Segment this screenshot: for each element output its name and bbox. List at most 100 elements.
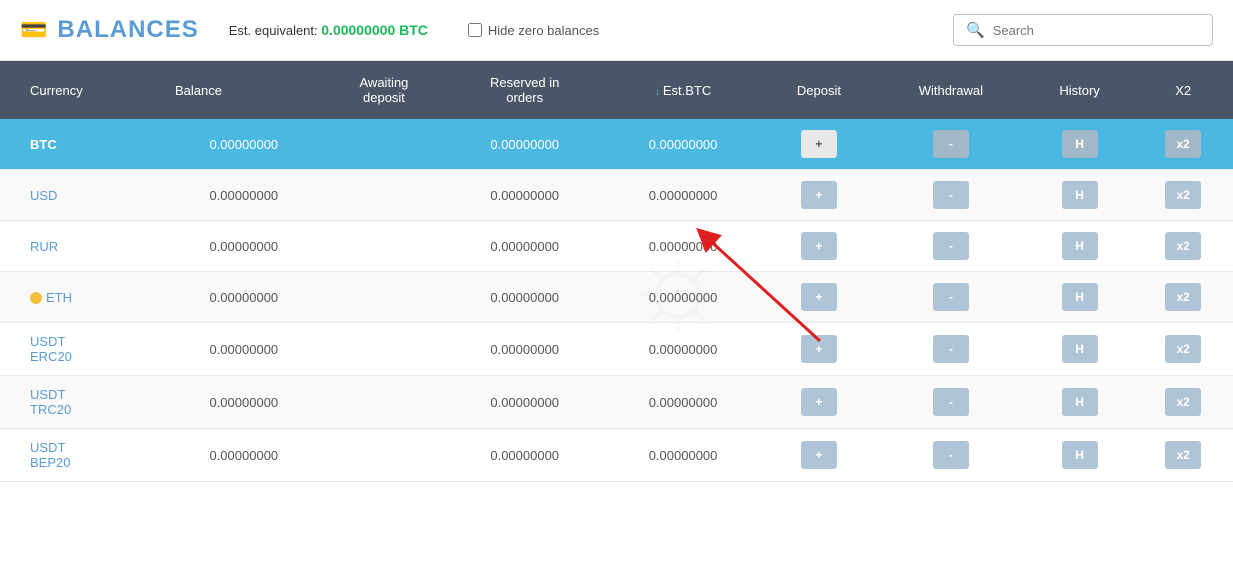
currency-cell: USD: [0, 170, 165, 221]
search-input[interactable]: [993, 23, 1200, 38]
page-wrapper: 💳 BALANCES Est. equivalent: 0.00000000 B…: [0, 0, 1233, 585]
col-reserved: Reserved inorders: [445, 61, 604, 119]
currency-link[interactable]: USDT ERC20: [30, 334, 72, 364]
deposit-button[interactable]: +: [801, 388, 837, 416]
x2-cell: x2: [1133, 272, 1233, 323]
currency-link[interactable]: ETH: [46, 290, 72, 305]
history-button[interactable]: H: [1062, 441, 1098, 469]
withdrawal-cell: -: [876, 272, 1026, 323]
col-deposit: Deposit: [762, 61, 876, 119]
withdrawal-cell: -: [876, 376, 1026, 429]
table-row: USDT BEP200.000000000.000000000.00000000…: [0, 429, 1233, 482]
history-button[interactable]: H: [1062, 181, 1098, 209]
x2-cell: x2: [1133, 221, 1233, 272]
deposit-button[interactable]: +: [801, 441, 837, 469]
est-equivalent: Est. equivalent: 0.00000000 BTC: [229, 22, 428, 38]
header-title: 💳 BALANCES: [20, 16, 199, 44]
history-button[interactable]: H: [1062, 283, 1098, 311]
est-label: Est. equivalent:: [229, 23, 318, 38]
currency-link[interactable]: USDT BEP20: [30, 440, 70, 470]
x2-cell: x2: [1133, 170, 1233, 221]
withdrawal-button[interactable]: -: [933, 441, 969, 469]
withdrawal-cell: -: [876, 323, 1026, 376]
awaiting-cell: [323, 119, 446, 170]
hide-zero-container: Hide zero balances: [468, 23, 599, 38]
deposit-button[interactable]: +: [801, 181, 837, 209]
reserved-cell: 0.00000000: [445, 376, 604, 429]
x2-cell: x2: [1133, 323, 1233, 376]
wallet-icon: 💳: [20, 17, 47, 43]
reserved-cell: 0.00000000: [445, 170, 604, 221]
deposit-cell: +: [762, 119, 876, 170]
sort-icon: ↓: [655, 87, 660, 98]
table-row: BTC0.000000000.000000000.00000000+-Hx2: [0, 119, 1233, 170]
withdrawal-button[interactable]: -: [933, 130, 969, 158]
col-estbtc[interactable]: ↓Est.BTC: [604, 61, 762, 119]
history-cell: H: [1026, 376, 1134, 429]
x2-button[interactable]: x2: [1165, 232, 1201, 260]
awaiting-cell: [323, 376, 446, 429]
page-title: BALANCES: [57, 16, 198, 44]
history-button[interactable]: H: [1062, 335, 1098, 363]
withdrawal-button[interactable]: -: [933, 283, 969, 311]
balance-cell: 0.00000000: [165, 272, 323, 323]
col-x2: X2: [1133, 61, 1233, 119]
col-currency: Currency: [0, 61, 165, 119]
balance-cell: 0.00000000: [165, 376, 323, 429]
currency-cell: BTC: [0, 119, 165, 170]
currency-cell: USDT ERC20: [0, 323, 165, 376]
balance-cell: 0.00000000: [165, 323, 323, 376]
deposit-cell: +: [762, 376, 876, 429]
x2-button[interactable]: x2: [1165, 181, 1201, 209]
withdrawal-button[interactable]: -: [933, 181, 969, 209]
awaiting-cell: [323, 429, 446, 482]
deposit-button[interactable]: +: [801, 232, 837, 260]
x2-button[interactable]: x2: [1165, 441, 1201, 469]
deposit-button[interactable]: +: [801, 130, 837, 158]
hide-zero-checkbox[interactable]: [468, 23, 482, 37]
history-button[interactable]: H: [1062, 232, 1098, 260]
col-withdrawal: Withdrawal: [876, 61, 1026, 119]
col-awaiting: Awaitingdeposit: [323, 61, 446, 119]
x2-cell: x2: [1133, 429, 1233, 482]
estbtc-cell: 0.00000000: [604, 323, 762, 376]
x2-button[interactable]: x2: [1165, 130, 1201, 158]
history-cell: H: [1026, 170, 1134, 221]
table-row: USD0.000000000.000000000.00000000+-Hx2: [0, 170, 1233, 221]
eth-status-dot: [30, 292, 42, 304]
search-box: 🔍: [953, 14, 1213, 46]
deposit-cell: +: [762, 429, 876, 482]
estbtc-cell: 0.00000000: [604, 272, 762, 323]
currency-link[interactable]: RUR: [30, 239, 58, 254]
reserved-cell: 0.00000000: [445, 221, 604, 272]
withdrawal-button[interactable]: -: [933, 388, 969, 416]
history-button[interactable]: H: [1062, 130, 1098, 158]
table-row: RUR0.000000000.000000000.00000000+-Hx2: [0, 221, 1233, 272]
x2-cell: x2: [1133, 119, 1233, 170]
x2-button[interactable]: x2: [1165, 388, 1201, 416]
balance-cell: 0.00000000: [165, 119, 323, 170]
currency-link[interactable]: USD: [30, 188, 57, 203]
estbtc-cell: 0.00000000: [604, 170, 762, 221]
deposit-button[interactable]: +: [801, 335, 837, 363]
withdrawal-button[interactable]: -: [933, 232, 969, 260]
awaiting-cell: [323, 272, 446, 323]
withdrawal-button[interactable]: -: [933, 335, 969, 363]
search-icon: 🔍: [966, 21, 985, 39]
history-cell: H: [1026, 119, 1134, 170]
deposit-button[interactable]: +: [801, 283, 837, 311]
balance-cell: 0.00000000: [165, 221, 323, 272]
estbtc-cell: 0.00000000: [604, 221, 762, 272]
x2-button[interactable]: x2: [1165, 283, 1201, 311]
awaiting-cell: [323, 170, 446, 221]
x2-button[interactable]: x2: [1165, 335, 1201, 363]
table-wrapper: ☼ Currency Balance Awaitingdeposit Reser…: [0, 61, 1233, 502]
estbtc-cell: 0.00000000: [604, 429, 762, 482]
reserved-cell: 0.00000000: [445, 429, 604, 482]
deposit-cell: +: [762, 323, 876, 376]
currency-link[interactable]: BTC: [30, 137, 57, 152]
deposit-cell: +: [762, 170, 876, 221]
currency-link[interactable]: USDT TRC20: [30, 387, 71, 417]
history-button[interactable]: H: [1062, 388, 1098, 416]
currency-cell: USDT BEP20: [0, 429, 165, 482]
